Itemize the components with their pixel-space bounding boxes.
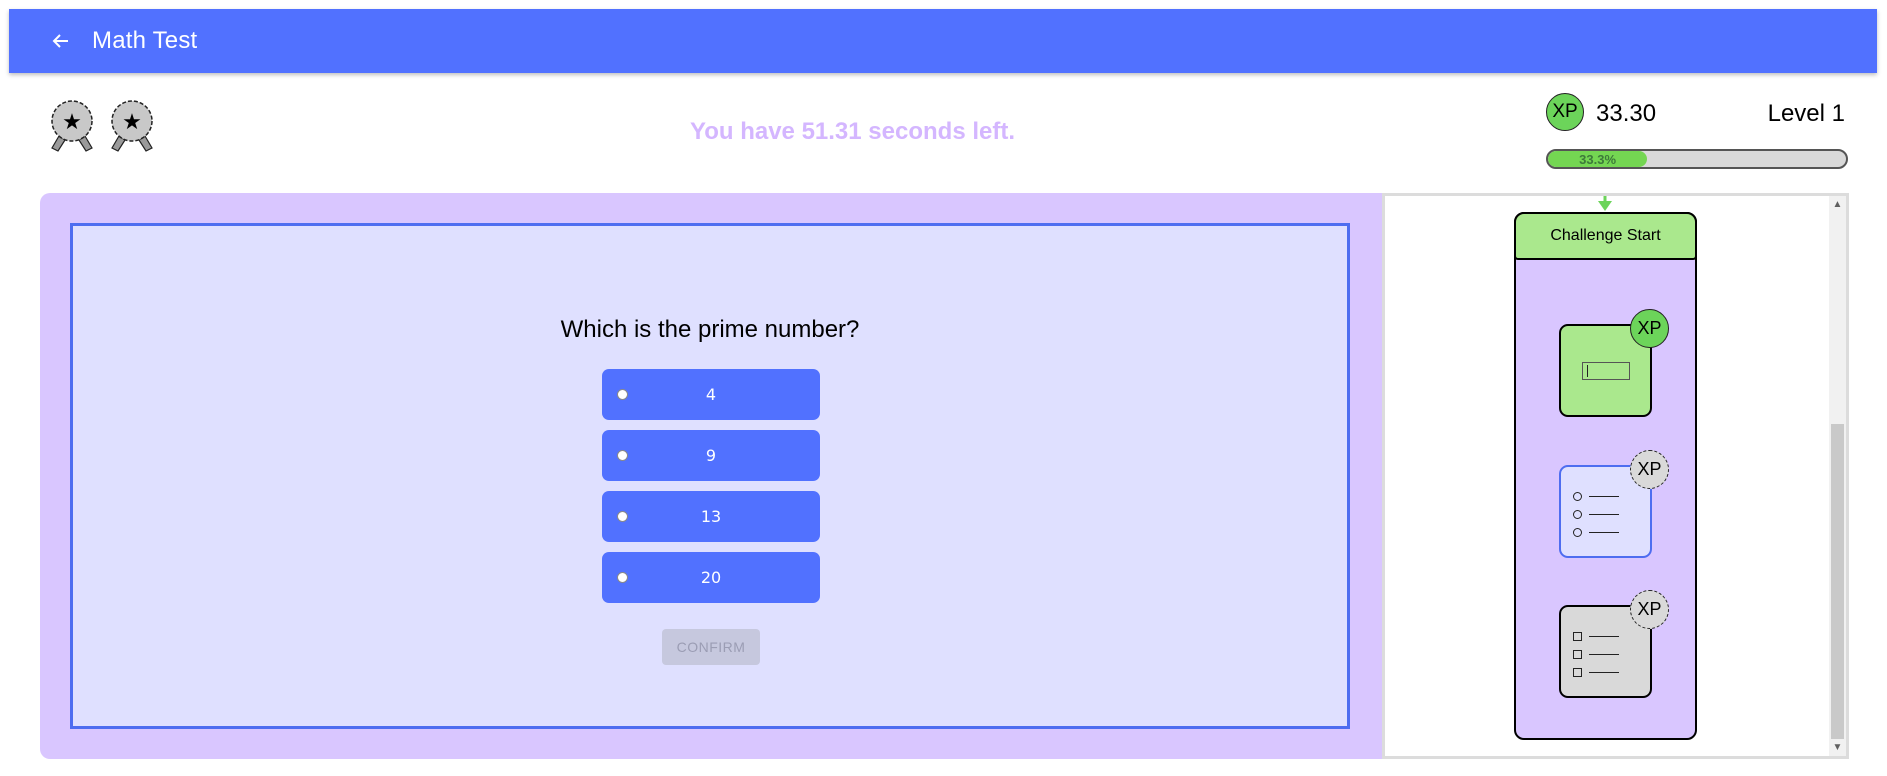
answer-option[interactable]: 20 <box>602 552 820 603</box>
scroll-up-arrow-icon[interactable]: ▲ <box>1829 196 1846 213</box>
question-prompt: Which is the prime number? <box>560 316 860 343</box>
svg-text:★: ★ <box>62 110 82 135</box>
xp-icon: XP <box>1546 93 1584 131</box>
answer-option-label: 20 <box>700 568 722 587</box>
question-card: Which is the prime number? 4 9 13 20 CON… <box>70 223 1350 729</box>
challenge-flow-panel[interactable]: Challenge Start XP XP XP ▲ ▼ <box>1382 193 1849 759</box>
xp-icon: XP <box>1630 590 1669 629</box>
radio-button[interactable] <box>617 511 628 522</box>
checkbox-list-icon <box>1573 627 1619 681</box>
answer-option[interactable]: 13 <box>602 491 820 542</box>
xp-progress-fill: 33.3% <box>1548 151 1648 167</box>
answer-option-label: 4 <box>705 385 717 404</box>
xp-icon: XP <box>1630 309 1669 348</box>
answer-option[interactable]: 4 <box>602 369 820 420</box>
xp-value: 33.30 <box>1596 100 1657 127</box>
scroll-down-arrow-icon[interactable]: ▼ <box>1829 739 1846 756</box>
scrollbar-thumb[interactable] <box>1831 424 1844 739</box>
award-star-icon: ★ <box>51 100 93 152</box>
answer-option[interactable]: 9 <box>602 430 820 481</box>
level-label: Level 1 <box>1767 100 1845 127</box>
radio-button[interactable] <box>617 389 628 400</box>
xp-progress-label: 33.3% <box>1579 151 1617 167</box>
text-input-icon <box>1582 362 1630 380</box>
question-area: Which is the prime number? 4 9 13 20 CON… <box>40 193 1382 759</box>
arrow-left-icon <box>52 34 68 48</box>
countdown-timer: You have 51.31 seconds left. <box>689 118 1016 145</box>
answer-option-label: 13 <box>700 507 722 526</box>
page-title: Math Test <box>92 27 198 54</box>
radio-button[interactable] <box>617 450 628 461</box>
back-button[interactable] <box>41 21 81 61</box>
confirm-button[interactable]: CONFIRM <box>662 629 760 665</box>
scrollbar[interactable]: ▲ ▼ <box>1829 196 1846 756</box>
radio-button[interactable] <box>617 572 628 583</box>
xp-icon: XP <box>1630 450 1669 489</box>
xp-progress-bar: 33.3% <box>1546 149 1848 169</box>
answer-option-label: 9 <box>705 446 717 465</box>
award-star-icon: ★ <box>111 100 153 152</box>
app-bar: Math Test <box>9 9 1877 73</box>
challenge-start-node[interactable]: Challenge Start <box>1514 212 1697 260</box>
svg-text:★: ★ <box>122 110 142 135</box>
radio-list-icon <box>1573 487 1619 541</box>
